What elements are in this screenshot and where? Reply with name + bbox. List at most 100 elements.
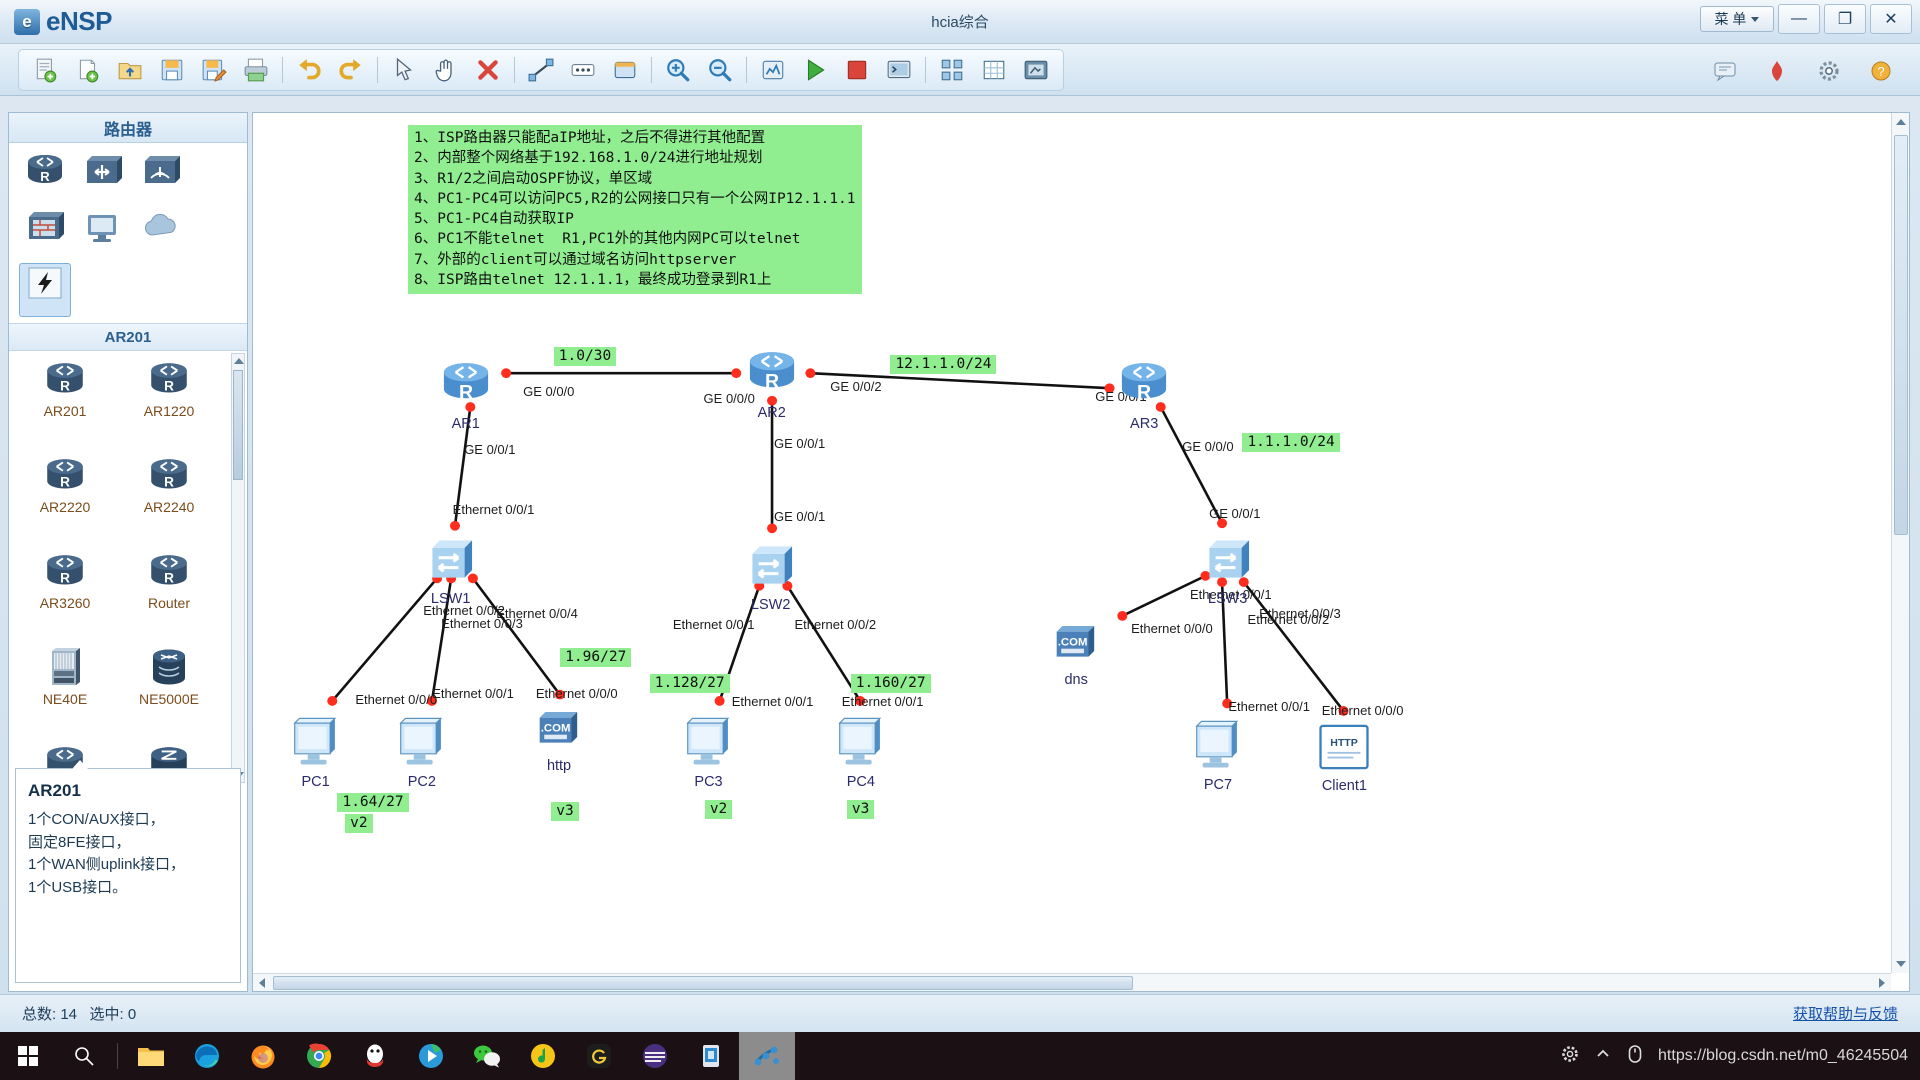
hand-pan-icon[interactable]	[427, 53, 465, 87]
restore-button[interactable]: ❐	[1824, 4, 1866, 34]
scroll-up-icon[interactable]	[1896, 119, 1906, 125]
menu-button[interactable]: 菜 单	[1700, 6, 1774, 32]
vertical-scroll-thumb[interactable]	[1894, 135, 1908, 535]
topology-device-pc4[interactable]: PC4	[835, 716, 887, 790]
topology-device-lsw3[interactable]: LSW3	[1200, 533, 1256, 607]
network-tag[interactable]: v2	[704, 800, 733, 820]
ensp-taskbar-icon[interactable]	[739, 1032, 795, 1080]
device-model-ar201[interactable]: R AR201	[13, 359, 117, 455]
device-console-icon[interactable]	[880, 53, 918, 87]
wechat-icon[interactable]	[459, 1032, 515, 1080]
huawei-icon[interactable]	[1758, 54, 1796, 88]
category-endpoint[interactable]	[77, 207, 129, 261]
chrome-browser-icon[interactable]	[291, 1032, 347, 1080]
topology-device-pc7[interactable]: PC7	[1192, 719, 1244, 793]
add-shape-icon[interactable]	[606, 53, 644, 87]
tray-settings-icon[interactable]	[1560, 1044, 1580, 1069]
topology-link[interactable]	[471, 577, 561, 696]
network-tag[interactable]: 1.64/27	[337, 792, 409, 812]
device-model-ar2240[interactable]: R AR2240	[117, 455, 221, 551]
minimize-button[interactable]: —	[1778, 4, 1820, 34]
new-blank-icon[interactable]	[69, 53, 107, 87]
qq-icon[interactable]	[347, 1032, 403, 1080]
topology-device-pc3[interactable]: PC3	[683, 716, 735, 790]
save-as-icon[interactable]	[195, 53, 233, 87]
edge-browser-icon[interactable]	[179, 1032, 235, 1080]
category-cloud[interactable]	[135, 207, 187, 261]
scroll-thumb[interactable]	[233, 370, 243, 480]
horizontal-scroll-thumb[interactable]	[273, 976, 1133, 990]
device-list-scrollbar[interactable]	[231, 353, 245, 783]
add-text-icon[interactable]	[564, 53, 602, 87]
firefox-browser-icon[interactable]	[235, 1032, 291, 1080]
scroll-up-icon[interactable]	[234, 358, 244, 364]
topology-device-lsw1[interactable]: LSW1	[423, 533, 479, 607]
netease-music-icon[interactable]	[515, 1032, 571, 1080]
media-player-icon[interactable]	[403, 1032, 459, 1080]
category-connection[interactable]	[19, 263, 71, 317]
tray-chevron-icon[interactable]	[1594, 1045, 1612, 1068]
topology-device-client1[interactable]: HTTP Client1	[1317, 722, 1371, 794]
delete-icon[interactable]	[469, 53, 507, 87]
save-icon[interactable]	[153, 53, 191, 87]
topology-canvas[interactable]: 1、ISP路由器只能配aIP地址，之后不得进行其他配置 2、内部整个网络基于19…	[253, 113, 1891, 973]
file-explorer-icon[interactable]	[123, 1032, 179, 1080]
canvas-horizontal-scrollbar[interactable]	[253, 973, 1891, 991]
grid-align-icon[interactable]	[933, 53, 971, 87]
zoom-out-icon[interactable]	[701, 53, 739, 87]
canvas-vertical-scrollbar[interactable]	[1891, 113, 1909, 973]
category-switch[interactable]	[77, 151, 129, 205]
network-tag[interactable]: 1.0/30	[553, 347, 617, 367]
device-model-ar1220[interactable]: R AR1220	[117, 359, 221, 455]
network-tag[interactable]: 1.1.1.0/24	[1242, 433, 1340, 452]
category-wlan[interactable]	[135, 151, 187, 205]
select-cursor-icon[interactable]	[385, 53, 423, 87]
topology-device-pc2[interactable]: PC2	[396, 716, 448, 790]
device-model-ar2220[interactable]: R AR2220	[13, 455, 117, 551]
undo-icon[interactable]	[290, 53, 328, 87]
network-tag[interactable]: 1.128/27	[649, 673, 730, 693]
topology-device-ar2[interactable]: R AR2	[743, 347, 801, 421]
tray-mouse-icon[interactable]	[1626, 1044, 1644, 1069]
device-model-ar3260[interactable]: R AR3260	[13, 551, 117, 647]
network-tag[interactable]: v3	[846, 800, 875, 820]
open-folder-icon[interactable]	[111, 53, 149, 87]
device-model-router[interactable]: R Router	[117, 551, 221, 647]
scroll-right-icon[interactable]	[1879, 978, 1885, 988]
search-icon[interactable]	[56, 1032, 112, 1080]
start-button-icon[interactable]	[0, 1032, 56, 1080]
capture-packet-icon[interactable]	[754, 53, 792, 87]
topology-device-ar1[interactable]: R AR1	[437, 358, 495, 432]
start-device-icon[interactable]	[796, 53, 834, 87]
scroll-down-icon[interactable]	[1896, 961, 1906, 967]
stop-device-icon[interactable]	[838, 53, 876, 87]
network-tag[interactable]: v3	[551, 801, 579, 821]
device-model-ne40e[interactable]: NE40E	[13, 647, 117, 743]
chat-icon[interactable]	[1706, 54, 1744, 88]
app-purple-icon[interactable]	[627, 1032, 683, 1080]
redo-icon[interactable]	[332, 53, 370, 87]
topology-note[interactable]: 1、ISP路由器只能配aIP地址，之后不得进行其他配置 2、内部整个网络基于19…	[408, 125, 862, 295]
show-grid-icon[interactable]	[975, 53, 1013, 87]
help-feedback-link[interactable]: 获取帮助与反馈	[1793, 1003, 1898, 1024]
print-icon[interactable]	[237, 53, 275, 87]
category-router[interactable]: R	[19, 151, 71, 205]
network-tag[interactable]: 12.1.1.0/24	[890, 354, 997, 374]
topology-device-http[interactable]: .COM http	[534, 706, 584, 774]
topology-device-dns[interactable]: .COM dns	[1051, 620, 1101, 688]
fullscreen-icon[interactable]	[1017, 53, 1055, 87]
topology-device-pc1[interactable]: PC1	[290, 716, 342, 790]
category-firewall[interactable]	[19, 207, 71, 261]
clipboard-app-icon[interactable]	[683, 1032, 739, 1080]
new-topology-icon[interactable]	[27, 53, 65, 87]
scroll-left-icon[interactable]	[259, 978, 265, 988]
topology-device-ar3[interactable]: R AR3	[1115, 358, 1173, 432]
device-model-ne5000e[interactable]: NE5000E	[117, 647, 221, 743]
draw-line-icon[interactable]	[522, 53, 560, 87]
close-button[interactable]: ✕	[1870, 4, 1912, 34]
app-g-icon[interactable]	[571, 1032, 627, 1080]
settings-gear-icon[interactable]	[1810, 54, 1848, 88]
zoom-in-icon[interactable]	[659, 53, 697, 87]
network-tag[interactable]: v2	[345, 814, 373, 834]
help-icon[interactable]: ?	[1862, 54, 1900, 88]
